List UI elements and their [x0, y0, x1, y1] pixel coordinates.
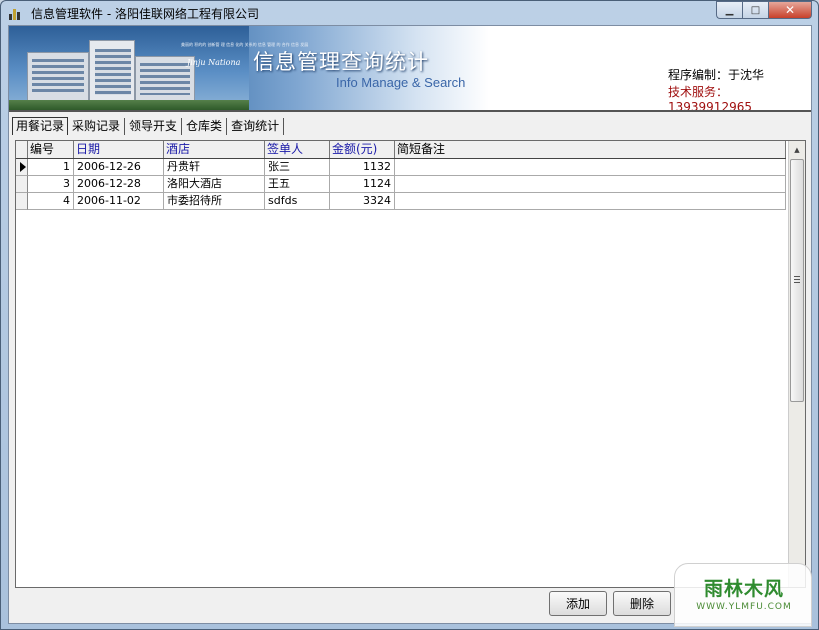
app-chart-icon: [9, 6, 23, 20]
title-bar[interactable]: 信息管理软件 - 洛阳佳联网络工程有限公司 ▁ □ ✕: [1, 1, 818, 25]
header-note[interactable]: 简短备注: [395, 141, 786, 158]
cell-note[interactable]: [395, 176, 786, 193]
ground-strip: [9, 100, 249, 110]
building-shape: [89, 40, 135, 102]
table-row[interactable]: 1 2006-12-26 丹贵轩 张三 1132: [16, 159, 786, 176]
tab-warehouse[interactable]: 仓库类: [182, 117, 228, 135]
grid-header: 编号 日期 酒店 签单人 金额(元) 简短备注: [16, 141, 786, 159]
site-watermark-logo: 雨林木风 WWW.YLMFU.COM: [674, 563, 812, 627]
maximize-button[interactable]: □: [742, 1, 768, 19]
minimize-button[interactable]: ▁: [716, 1, 742, 19]
data-grid[interactable]: 编号 日期 酒店 签单人 金额(元) 简短备注 1 2006-12-26 丹贵轩…: [15, 140, 806, 588]
tab-purchase-records[interactable]: 采购记录: [68, 117, 126, 135]
cell-signer[interactable]: 张三: [265, 159, 330, 176]
header-date[interactable]: 日期: [74, 141, 164, 158]
cell-amount[interactable]: 3324: [330, 193, 395, 210]
current-row-arrow-icon: [20, 162, 26, 172]
row-indicator: [16, 176, 28, 193]
cell-amount[interactable]: 1124: [330, 176, 395, 193]
building-shape: [27, 52, 89, 102]
tab-query-stats[interactable]: 查询统计: [227, 117, 285, 135]
building-shape: [135, 56, 195, 102]
table-row[interactable]: 3 2006-12-28 洛阳大酒店 王五 1124: [16, 176, 786, 193]
watermark-main: 雨林木风: [703, 578, 784, 600]
close-button[interactable]: ✕: [768, 1, 812, 19]
window-title: 信息管理软件 - 洛阳佳联网络工程有限公司: [31, 6, 259, 21]
cell-id[interactable]: 1: [28, 159, 74, 176]
add-button[interactable]: 添加: [549, 591, 607, 616]
vertical-scrollbar[interactable]: ▲: [788, 141, 805, 587]
tab-leader-expenses[interactable]: 领导开支: [125, 117, 183, 135]
header-signer[interactable]: 签单人: [265, 141, 330, 158]
cell-date[interactable]: 2006-12-28: [74, 176, 164, 193]
row-indicator: [16, 159, 28, 176]
cell-hotel[interactable]: 市委招待所: [164, 193, 265, 210]
row-indicator: [16, 193, 28, 210]
tab-bar: 用餐记录 采购记录 领导开支 仓库类 查询统计: [12, 117, 285, 135]
scroll-up-arrow-icon[interactable]: ▲: [789, 141, 805, 158]
cell-note[interactable]: [395, 159, 786, 176]
banner-brand: Jinju Nationa: [187, 58, 241, 67]
cell-note[interactable]: [395, 193, 786, 210]
header-indicator: [16, 141, 28, 158]
delete-button[interactable]: 删除: [613, 591, 671, 616]
cell-id[interactable]: 3: [28, 176, 74, 193]
grip-icon: [794, 276, 800, 283]
app-window: 信息管理软件 - 洛阳佳联网络工程有限公司 ▁ □ ✕ 美丽的 积的的 创新管 …: [0, 0, 819, 630]
cell-date[interactable]: 2006-12-26: [74, 159, 164, 176]
window-controls: ▁ □ ✕: [716, 1, 812, 19]
header-id[interactable]: 编号: [28, 141, 74, 158]
table-row[interactable]: 4 2006-11-02 市委招待所 sdfds 3324: [16, 193, 786, 210]
cell-hotel[interactable]: 洛阳大酒店: [164, 176, 265, 193]
client-area: 美丽的 积的的 创新管 理 信息 化的 关系的 信息 管理 的 合作 信息 发展…: [8, 25, 812, 624]
watermark-url: WWW.YLMFU.COM: [696, 602, 792, 612]
header-amount[interactable]: 金额(元): [330, 141, 395, 158]
cell-signer[interactable]: sdfds: [265, 193, 330, 210]
building-photo: [9, 26, 249, 110]
banner-divider: [9, 110, 811, 112]
support-label: 技术服务：13939912965: [668, 85, 752, 110]
tab-dining-records[interactable]: 用餐记录: [12, 117, 69, 135]
cell-amount[interactable]: 1132: [330, 159, 395, 176]
cell-signer[interactable]: 王五: [265, 176, 330, 193]
banner-subtitle: Info Manage & Search: [336, 75, 466, 90]
scroll-thumb[interactable]: [790, 159, 804, 402]
cell-hotel[interactable]: 丹贵轩: [164, 159, 265, 176]
cell-id[interactable]: 4: [28, 193, 74, 210]
header-hotel[interactable]: 酒店: [164, 141, 265, 158]
header-banner: 美丽的 积的的 创新管 理 信息 化的 关系的 信息 管理 的 合作 信息 发展…: [9, 26, 811, 110]
author-label: 程序编制：于沈华: [668, 68, 765, 82]
cell-date[interactable]: 2006-11-02: [74, 193, 164, 210]
banner-title: 信息管理查询统计: [253, 50, 429, 74]
